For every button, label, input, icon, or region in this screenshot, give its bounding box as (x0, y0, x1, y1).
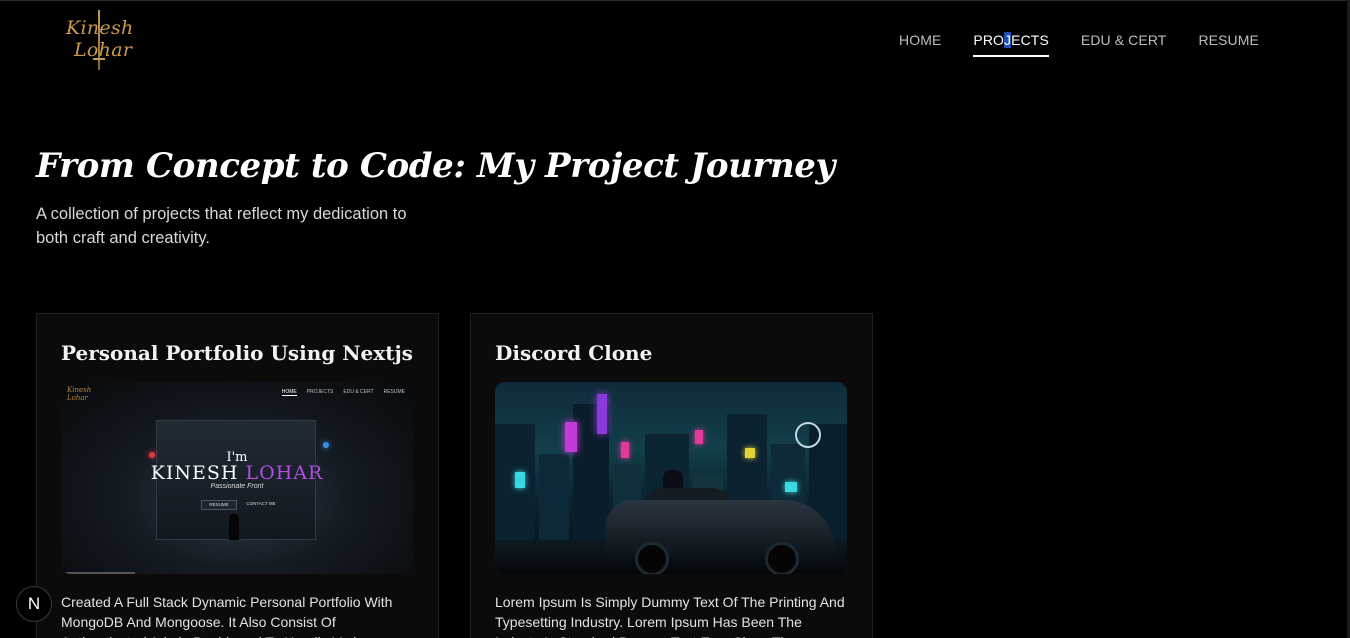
nav-edu-cert-link[interactable]: EDU & CERT (1081, 31, 1167, 57)
neon-sign (515, 472, 525, 488)
project-title: Personal Portfolio Using Nextjs (61, 341, 413, 365)
nav-projects-label-part: ECTS (1011, 32, 1049, 48)
car-wheel (765, 542, 799, 574)
preview-tagline: Passionate Front (210, 483, 264, 490)
project-title: Discord Clone (495, 341, 653, 365)
nextjs-dev-indicator-button[interactable]: N (16, 586, 52, 622)
page-subtitle: A collection of projects that reflect my… (36, 205, 407, 247)
logo-text-last: Lohar (74, 39, 133, 61)
nav-home-link[interactable]: HOME (899, 31, 941, 57)
preview-name: KINESH LOHAR (61, 462, 413, 484)
project-card[interactable]: Discord Clone Lorem Ipsum Is Simply Dumm… (470, 313, 873, 638)
neon-sign (695, 430, 703, 444)
site-logo[interactable]: Kinesh Lohar (62, 10, 138, 72)
preview-nav-item: HOME (281, 389, 297, 396)
main-nav: HOME PROJECTS EDU & CERT RESUME (899, 31, 1259, 57)
window-top-border (0, 0, 1350, 1)
neon-sign (597, 394, 607, 434)
preview-name-first: KINESH (150, 462, 239, 484)
preview-silhouette (229, 514, 239, 540)
project-preview-image[interactable]: Kinesh Lohar HOME PROJECTS EDU & CERT RE… (61, 382, 413, 574)
neon-sign (621, 442, 629, 458)
project-description: Created A Full Stack Dynamic Personal Po… (61, 594, 393, 638)
preview-logo-text: Kinesh (67, 386, 92, 394)
car-wheel (635, 542, 669, 574)
preview-nav-item: RESUME (383, 389, 405, 395)
preview-nav-item: PROJECTS (306, 389, 334, 395)
preview-logo: Kinesh Lohar (67, 386, 91, 402)
neon-sign (785, 482, 797, 492)
nav-projects-link[interactable]: PROJECTS (973, 31, 1049, 57)
preview-progress-line (61, 572, 135, 574)
nav-resume-link[interactable]: RESUME (1198, 31, 1259, 57)
city-logo-badge (795, 422, 821, 448)
preview-logo-text: Lohar (67, 394, 88, 402)
preview-resume-button: RESUME (201, 500, 237, 510)
project-description: Lorem Ipsum Is Simply Dummy Text Of The … (495, 594, 845, 638)
project-preview-image[interactable] (495, 382, 847, 574)
preview-name-last: LOHAR (245, 462, 324, 484)
preview-nav: HOME PROJECTS EDU & CERT RESUME (281, 389, 405, 396)
neon-sign (745, 448, 755, 458)
nav-projects-label-part: PRO (973, 32, 1005, 48)
neon-sign (565, 422, 577, 452)
project-card[interactable]: Personal Portfolio Using Nextjs Kinesh L… (36, 313, 439, 638)
page-title: From Concept to Code: My Project Journey (36, 146, 835, 186)
preview-contact-button: CONTACT ME (246, 501, 276, 506)
logo-text-first: Kinesh (66, 17, 134, 39)
preview-blue-light (323, 442, 329, 448)
preview-nav-item: EDU & CERT (343, 389, 374, 395)
